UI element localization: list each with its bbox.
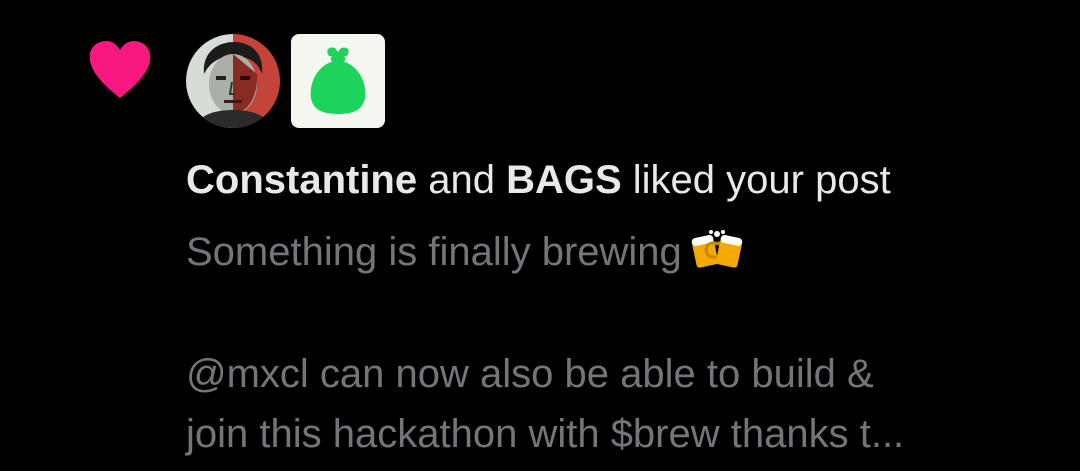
liker-name-bags[interactable]: BAGS [506,158,622,202]
headline-suffix: liked your post [621,158,891,202]
like-notification[interactable]: Constantine and BAGS liked your post Som… [0,0,1080,471]
headline-conjunction: and [417,158,507,202]
avatar-constantine[interactable] [186,34,280,128]
notification-headline: Constantine and BAGS liked your post [186,156,891,204]
post-preview-line-3: join this hackathon with $brew thanks t.… [186,412,905,456]
heart-icon [89,41,151,98]
constantine-avatar-icon [186,34,280,128]
post-preview-line-1: Something is finally brewing [186,228,744,276]
liker-name-constantine[interactable]: Constantine [186,158,417,202]
post-preview-text-1: Something is finally brewing [186,230,682,274]
post-preview-line-2: @mxcl can now also be able to build & [186,352,874,396]
money-bag-icon [310,47,366,114]
clinking-beer-mugs-icon [691,230,743,269]
avatar-bags[interactable] [291,34,385,128]
